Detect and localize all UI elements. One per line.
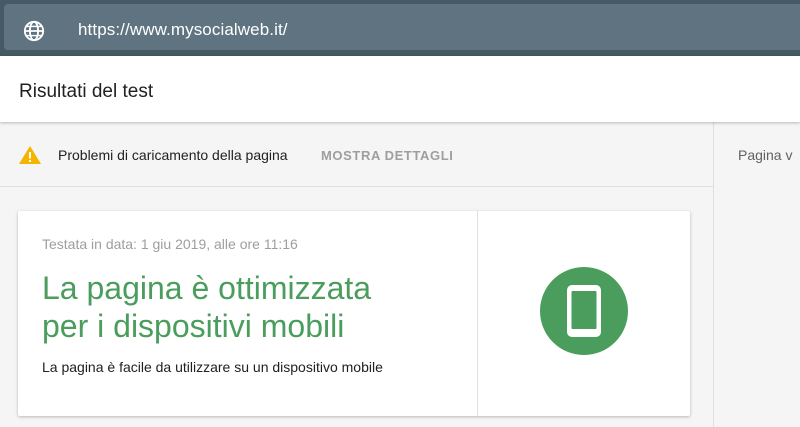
- result-title-line-1: La pagina è ottimizzata: [42, 270, 372, 306]
- tested-date: Testata in data: 1 giu 2019, alle ore 11…: [42, 236, 298, 252]
- page-loading-warning: Problemi di caricamento della pagina MOS…: [0, 122, 713, 187]
- url-field[interactable]: https://www.mysocialweb.it/: [4, 4, 800, 50]
- warning-icon: [19, 146, 41, 164]
- url-bar: https://www.mysocialweb.it/: [0, 0, 800, 56]
- result-title: La pagina è ottimizzata per i dispositiv…: [42, 269, 462, 345]
- globe-icon: [23, 20, 45, 42]
- warning-text: Problemi di caricamento della pagina: [58, 147, 288, 163]
- url-text: https://www.mysocialweb.it/: [78, 20, 288, 39]
- page-title: Risultati del test: [19, 81, 154, 102]
- card-divider: [477, 211, 478, 416]
- result-title-line-2: per i dispositivi mobili: [42, 308, 345, 344]
- result-card: Testata in data: 1 giu 2019, alle ore 11…: [18, 211, 690, 416]
- result-subtitle: La pagina è facile da utilizzare su un d…: [42, 359, 383, 375]
- show-details-button[interactable]: MOSTRA DETTAGLI: [321, 148, 454, 163]
- mobile-friendly-badge: [540, 267, 628, 355]
- page-header: Risultati del test: [0, 56, 800, 122]
- main-content: Problemi di caricamento della pagina MOS…: [0, 122, 800, 427]
- results-pane: Problemi di caricamento della pagina MOS…: [0, 122, 714, 427]
- mobile-phone-icon: [567, 285, 601, 337]
- right-pane-label: Pagina v: [738, 147, 793, 163]
